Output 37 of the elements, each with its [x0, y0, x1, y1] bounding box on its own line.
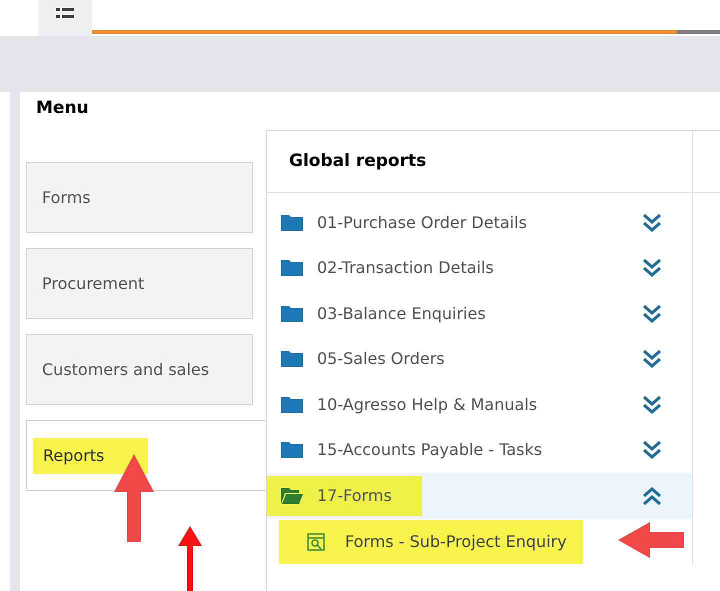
- expand-icon[interactable]: [642, 212, 662, 233]
- arrow-drawing: [618, 520, 686, 560]
- panel-title: Global reports: [267, 131, 693, 192]
- menu-item-label: Customers and sales: [42, 358, 210, 380]
- folder-item[interactable]: 10-Agresso Help & Manuals: [281, 384, 568, 425]
- menu-item[interactable]: Forms: [26, 162, 253, 233]
- expand-icon[interactable]: [642, 349, 662, 370]
- folder-icon: [281, 351, 303, 368]
- report-icon: [307, 532, 325, 550]
- expand-icon[interactable]: [642, 304, 662, 324]
- arrow-drawing: [178, 526, 202, 591]
- expand-icon[interactable]: [642, 440, 662, 460]
- menu-item[interactable]: Procurement: [26, 248, 253, 319]
- menu-item-label: Reports: [33, 438, 148, 474]
- folder-item[interactable]: 15-Accounts Payable - Tasks: [281, 430, 572, 470]
- folder-icon: [281, 306, 303, 322]
- expand-icon[interactable]: [642, 394, 662, 415]
- folder-item[interactable]: 17-Forms: [267, 476, 422, 516]
- folder-item[interactable]: 01-Purchase Order Details: [281, 202, 557, 243]
- folder-item[interactable]: 03-Balance Enquiries: [281, 294, 516, 334]
- folder-icon: [281, 442, 303, 458]
- tab[interactable]: [38, 0, 92, 36]
- folder-item[interactable]: 02-Transaction Details: [281, 248, 524, 288]
- open-folder-icon: [281, 488, 303, 504]
- folder-icon: [281, 396, 303, 413]
- menu-item-label: Procurement: [42, 272, 144, 294]
- menu-item[interactable]: Customers and sales: [26, 334, 253, 405]
- report-item[interactable]: Forms - Sub-Project Enquiry: [279, 520, 583, 564]
- folder-icon: [281, 260, 303, 276]
- menu-item[interactable]: Reports: [26, 420, 267, 491]
- folder-item[interactable]: 05-Sales Orders: [281, 339, 475, 380]
- menu-item-label: Forms: [42, 186, 91, 208]
- collapse-icon[interactable]: [642, 486, 662, 506]
- folder-icon: [281, 214, 303, 231]
- list-icon[interactable]: [56, 8, 74, 20]
- expand-icon[interactable]: [642, 258, 662, 278]
- menu-title: Menu: [36, 97, 90, 120]
